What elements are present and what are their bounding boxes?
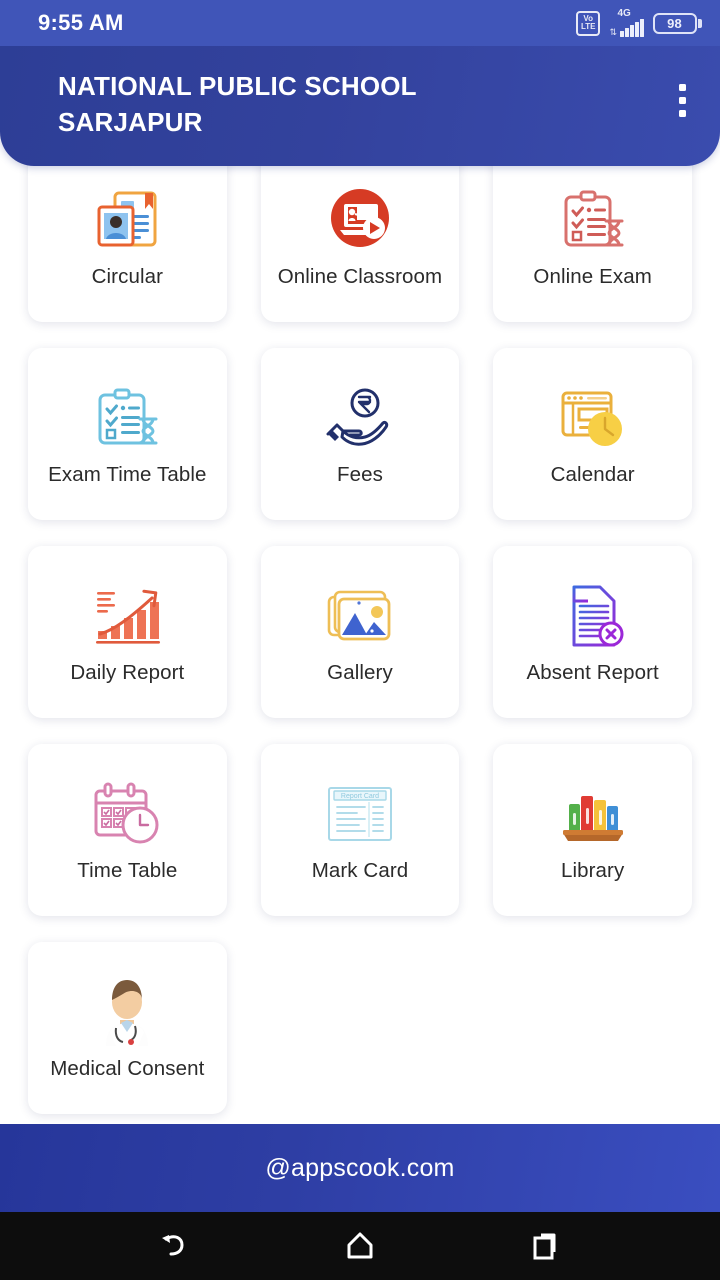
menu-tile-label: Exam Time Table — [48, 463, 207, 486]
daily-report-chart-icon — [82, 578, 172, 654]
menu-tile-library[interactable]: Library — [493, 744, 692, 916]
status-bar-clock: 9:55 AM — [38, 10, 124, 35]
menu-tile-time-table[interactable]: Time Table — [28, 744, 227, 916]
circular-document-icon — [82, 182, 172, 258]
network-type-label: 4G — [617, 8, 631, 19]
data-transfer-icon: ⇅ — [609, 27, 617, 37]
footer-bar: @appscook.com — [0, 1124, 720, 1212]
menu-tile-fees[interactable]: Fees — [260, 348, 460, 520]
battery-icon: 98 — [652, 12, 702, 34]
app-bar: NATIONAL PUBLIC SCHOOL SARJAPUR — [0, 46, 720, 166]
back-arrow-icon[interactable] — [150, 1223, 196, 1269]
android-navigation-bar — [0, 1212, 720, 1280]
medical-consent-icon — [82, 974, 172, 1050]
exam-time-table-icon — [82, 380, 172, 456]
menu-tile-label: Daily Report — [70, 661, 185, 684]
mark-card-icon: Report Card — [315, 776, 405, 852]
gallery-photos-icon — [315, 578, 405, 654]
home-icon[interactable] — [337, 1223, 383, 1269]
library-books-icon — [548, 776, 638, 852]
status-bar-icons: Vo LTE 4G ⇅ 98 — [575, 8, 702, 37]
menu-tile-label: Gallery — [327, 661, 393, 684]
svg-text:Report Card: Report Card — [341, 793, 379, 800]
calendar-clock-icon — [548, 380, 638, 456]
menu-tile-exam-time-table[interactable]: Exam Time Table — [28, 348, 227, 520]
signal-bars-icon — [620, 19, 644, 37]
volte-icon: Vo LTE — [575, 10, 601, 36]
menu-tile-label: Online Exam — [533, 265, 652, 288]
menu-tile-label: Absent Report — [526, 661, 659, 684]
menu-tile-gallery[interactable]: Gallery — [260, 546, 460, 718]
footer-link[interactable]: @appscook.com — [265, 1154, 454, 1183]
menu-tile-label: Time Table — [77, 859, 178, 882]
menu-grid: Circular Online Classroom Online Exam Ex… — [0, 146, 720, 1172]
online-exam-icon — [548, 182, 638, 258]
recent-apps-icon[interactable] — [524, 1223, 570, 1269]
menu-tile-label: Medical Consent — [50, 1057, 205, 1080]
page-title: NATIONAL PUBLIC SCHOOL SARJAPUR — [58, 71, 417, 137]
menu-tile-label: Mark Card — [311, 859, 409, 882]
menu-tile-label: Online Classroom — [277, 265, 443, 288]
status-bar: 9:55 AM Vo LTE 4G ⇅ 98 — [0, 0, 720, 46]
menu-tile-label: Circular — [91, 265, 164, 288]
online-classroom-icon — [315, 182, 405, 258]
signal-strength-icon: 4G ⇅ — [609, 8, 644, 37]
menu-tile-label: Library — [560, 859, 625, 882]
absent-report-icon — [548, 578, 638, 654]
menu-tile-absent-report[interactable]: Absent Report — [493, 546, 692, 718]
menu-tile-daily-report[interactable]: Daily Report — [28, 546, 227, 718]
menu-tile-calendar[interactable]: Calendar — [493, 348, 692, 520]
menu-tile-label: Calendar — [550, 463, 635, 486]
overflow-menu-icon[interactable] — [669, 68, 696, 117]
menu-tile-medical-consent[interactable]: Medical Consent — [28, 942, 227, 1114]
fees-rupee-hand-icon — [315, 380, 405, 456]
menu-tile-online-exam[interactable]: Online Exam — [493, 150, 692, 322]
menu-tile-label: Fees — [337, 463, 383, 486]
menu-tile-online-classroom[interactable]: Online Classroom — [260, 150, 460, 322]
battery-percent-label: 98 — [667, 15, 682, 31]
time-table-icon — [82, 776, 172, 852]
menu-tile-mark-card[interactable]: Report Card Mark Card — [260, 744, 460, 916]
menu-tile-circular[interactable]: Circular — [28, 150, 227, 322]
